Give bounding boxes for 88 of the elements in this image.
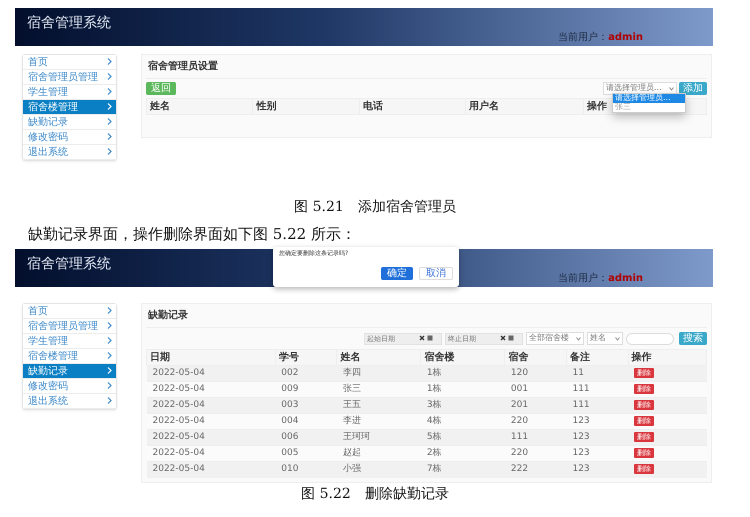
table-cell: 003 <box>275 398 337 414</box>
panel-title: 宿舍管理员设置 <box>146 55 707 79</box>
cancel-button[interactable]: 取消 <box>419 266 453 280</box>
table-cell: 张三 <box>336 382 421 398</box>
confirm-button[interactable]: 确定 <box>381 266 413 280</box>
table-cell: 123 <box>566 414 628 430</box>
table-cell: 2022-05-04 <box>146 366 276 382</box>
table-cell: 2022-05-04 <box>146 398 276 414</box>
back-button[interactable]: 返回 <box>146 82 176 95</box>
table-cell: 009 <box>275 382 337 398</box>
table-cell: 小强 <box>336 462 421 478</box>
user-label: 当前用户： <box>558 32 608 43</box>
table-cell: 李四 <box>336 366 421 382</box>
sidebar-item[interactable]: 宿舍楼管理 <box>23 100 116 115</box>
table-cell: 7栋 <box>420 462 505 478</box>
building-select[interactable]: 全部宿舍楼 <box>526 332 584 345</box>
table-cell: 2022-05-04 <box>146 446 276 462</box>
table-cell: 1栋 <box>420 382 505 398</box>
sidebar-item[interactable]: 学生管理 <box>23 85 116 100</box>
table-cell: 123 <box>566 462 628 478</box>
column-header: 操作 <box>628 350 706 366</box>
figure-caption: 图 5.21 添加宿舍管理员 <box>294 199 456 215</box>
table-cell: 王五 <box>336 398 421 414</box>
table-cell: 2022-05-04 <box>146 414 276 430</box>
table-cell: 222 <box>504 462 566 478</box>
table-cell: 王珂珂 <box>336 430 421 446</box>
figure-caption: 图 5.22 删除缺勤记录 <box>301 486 449 502</box>
panel-title: 缺勤记录 <box>146 304 707 328</box>
table-cell: 120 <box>504 366 566 382</box>
dropdown-option[interactable]: 张三 <box>613 102 685 112</box>
table-cell: 李进 <box>336 414 421 430</box>
user-label: 当前用户： <box>558 273 608 284</box>
sidebar-item[interactable]: 首页 <box>23 304 116 319</box>
sidebar-item[interactable]: 缺勤记录 <box>23 364 116 379</box>
table-cell: 001 <box>504 382 566 398</box>
sidebar-item[interactable]: 宿舍楼管理 <box>23 349 116 364</box>
app-title: 宿舍管理系统 <box>27 257 111 272</box>
sidebar-item[interactable]: 宿舍管理员管理 <box>23 319 116 334</box>
table-cell: 3栋 <box>420 398 505 414</box>
search-button[interactable]: 搜索 <box>679 332 707 345</box>
column-header: 日期 <box>146 350 276 366</box>
table-cell: 005 <box>275 446 337 462</box>
table-cell: 004 <box>275 414 337 430</box>
body-paragraph: 缺勤记录界面，操作删除界面如下图 5.22 所示： <box>28 226 357 245</box>
table-cell: 2栋 <box>420 446 505 462</box>
column-header: 学号 <box>275 350 337 366</box>
table-cell: 2022-05-04 <box>146 430 276 446</box>
sidebar-item[interactable]: 退出系统 <box>23 394 116 409</box>
table-cell: 002 <box>275 366 337 382</box>
dropdown-option[interactable]: 请选择管理员... <box>613 94 685 103</box>
sidebar-item[interactable]: 退出系统 <box>23 145 116 160</box>
table-cell: 1栋 <box>420 366 505 382</box>
sidebar-item[interactable]: 首页 <box>23 55 116 70</box>
column-header: 性别 <box>252 98 360 114</box>
column-header: 电话 <box>359 98 466 114</box>
table-cell: 赵起 <box>336 446 421 462</box>
manager-select[interactable]: 请选择管理员... <box>603 82 677 95</box>
column-header: 姓名 <box>336 350 421 366</box>
sidebar-item[interactable]: 修改密码 <box>23 130 116 145</box>
field-select[interactable]: 姓名 <box>587 332 623 345</box>
table-cell: 111 <box>566 382 628 398</box>
column-header: 宿舍楼 <box>420 350 505 366</box>
table-cell: 220 <box>504 446 566 462</box>
sidebar-item[interactable]: 修改密码 <box>23 379 116 394</box>
add-button[interactable]: 添加 <box>679 82 707 95</box>
column-header: 用户名 <box>466 98 584 114</box>
table-cell: 006 <box>275 430 337 446</box>
user-name: admin <box>608 273 643 284</box>
user-name: admin <box>608 32 643 43</box>
column-header: 姓名 <box>146 98 253 114</box>
table-cell: 11 <box>566 366 628 382</box>
table-cell: 2022-05-04 <box>146 382 276 398</box>
sidebar-item[interactable]: 宿舍管理员管理 <box>23 70 116 85</box>
table-cell: 010 <box>275 462 337 478</box>
app-title: 宿舍管理系统 <box>27 16 111 32</box>
sidebar-item[interactable]: 缺勤记录 <box>23 115 116 130</box>
sidebar-item[interactable]: 学生管理 <box>23 334 116 349</box>
table-cell: 123 <box>566 430 628 446</box>
column-header: 备注 <box>566 350 628 366</box>
table-cell: 123 <box>566 446 628 462</box>
table-cell: 5栋 <box>420 430 505 446</box>
table-cell: 220 <box>504 414 566 430</box>
column-header: 宿舍 <box>504 350 566 366</box>
table-cell: 111 <box>504 430 566 446</box>
table-cell: 2022-05-04 <box>146 462 276 478</box>
table-cell: 111 <box>566 398 628 414</box>
table-cell: 4栋 <box>420 414 505 430</box>
table-cell: 201 <box>504 398 566 414</box>
